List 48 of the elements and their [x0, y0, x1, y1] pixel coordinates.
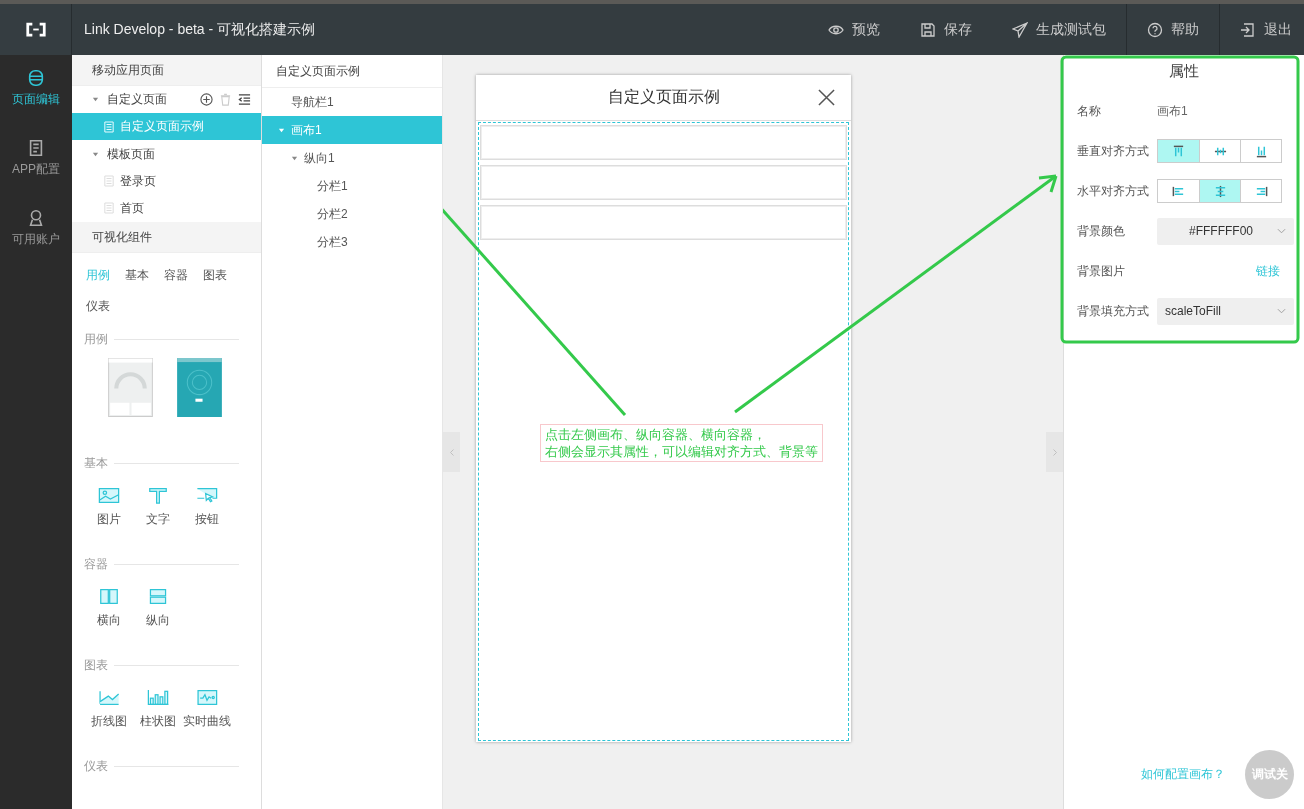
field-label: 背景填充方式: [1077, 302, 1150, 320]
app-title: Link Develop - beta - 可视化搭建示例: [83, 20, 317, 39]
field-value: 画布1: [1157, 102, 1188, 120]
nav-item[interactable]: APP配置: [0, 139, 72, 209]
tree-item[interactable]: 分栏3: [262, 228, 442, 256]
component-item[interactable]: 折线图: [84, 688, 133, 730]
page-item[interactable]: 登录页: [72, 167, 261, 195]
section-title: 仪表: [84, 758, 108, 775]
page-group-label[interactable]: 模板页面: [107, 145, 261, 163]
color-select[interactable]: #FFFFFF00: [1157, 217, 1294, 245]
panel-title: 属性: [1168, 61, 1200, 81]
component-tab[interactable]: 基本: [123, 261, 156, 292]
annotation-note: 点击左侧画布、纵向容器、横向容器， 右侧会显示其属性，可以编辑对齐方式、背景等: [540, 424, 823, 462]
field-label: 水平对齐方式: [1077, 182, 1150, 200]
section-title: 用例: [84, 331, 108, 348]
panel-header: 可视化组件: [72, 222, 261, 253]
page-group-label[interactable]: 自定义页面: [107, 91, 192, 109]
tree-item[interactable]: 分栏1: [262, 172, 442, 200]
field-label: 背景颜色: [1077, 222, 1126, 240]
tree-item[interactable]: 分栏2: [262, 200, 442, 228]
component-tab[interactable]: 图表: [201, 261, 234, 292]
header-action-button[interactable]: 生成测试包: [992, 4, 1126, 55]
field-label: 垂直对齐方式: [1077, 142, 1150, 160]
component-item[interactable]: 横向: [84, 587, 133, 629]
field-label: 名称: [1077, 102, 1102, 120]
nav-item[interactable]: 可用账户: [0, 209, 72, 279]
section-title: 基本: [84, 455, 108, 472]
panel-header: 移动应用页面: [72, 55, 261, 86]
header-action-button[interactable]: 保存: [900, 4, 992, 55]
component-item[interactable]: 按钮: [182, 486, 231, 528]
section-title: 容器: [84, 556, 108, 573]
header-action-button[interactable]: 预览: [808, 4, 900, 55]
nav-item[interactable]: 页面编辑: [0, 69, 72, 139]
component-item[interactable]: 柱状图: [133, 688, 182, 730]
fill-mode-select[interactable]: scaleToFill: [1157, 297, 1294, 325]
phone-title: 自定义页面示例: [607, 87, 720, 107]
tree-item[interactable]: 导航栏1: [262, 88, 442, 116]
tree-item[interactable]: 纵向1: [262, 144, 442, 172]
component-item[interactable]: 实时曲线: [182, 688, 231, 730]
component-tab[interactable]: 容器: [162, 261, 195, 292]
section-title: 图表: [84, 657, 108, 674]
field-label: 背景图片: [1077, 262, 1126, 280]
component-item[interactable]: 纵向: [133, 587, 182, 629]
page-item[interactable]: 首页: [72, 194, 261, 222]
component-item[interactable]: 图片: [84, 486, 133, 528]
component-tab[interactable]: 仪表: [84, 292, 117, 323]
component-item[interactable]: 文字: [133, 486, 182, 528]
panel-header: 自定义页面示例: [262, 55, 442, 88]
